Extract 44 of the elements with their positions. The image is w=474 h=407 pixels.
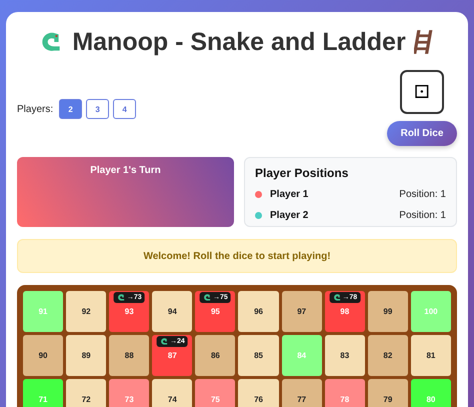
board-cell: 90 — [23, 335, 64, 376]
board-cell: 94 — [152, 291, 192, 332]
snake-icon — [116, 293, 126, 302]
player-count-button[interactable]: 4 — [113, 99, 136, 119]
roll-dice-button[interactable]: Roll Dice — [387, 121, 457, 146]
board-cell: 77 — [282, 379, 322, 407]
board-cell: 88 — [109, 335, 150, 376]
player-count-button[interactable]: 2 — [59, 99, 82, 119]
board-cell: 84 — [282, 335, 322, 376]
board-cell: 100 — [410, 291, 451, 332]
board-cell: 71 — [23, 379, 64, 407]
board-cell: 86 — [195, 335, 236, 376]
player-name: Player 2 — [270, 210, 310, 221]
board-cell: 75 — [195, 379, 236, 407]
board-cell: 97 — [282, 291, 322, 332]
board-cell: 80 — [410, 379, 451, 407]
dice-face: ⚀ — [400, 70, 444, 114]
board-cell: 89 — [66, 335, 106, 376]
app-title: Manoop - Snake and Ladder — [72, 28, 406, 56]
board-cell: 74 — [152, 379, 192, 407]
board-cell: 99 — [368, 291, 408, 332]
board-cell: 76 — [238, 379, 279, 407]
board-cell: 73 — [109, 379, 150, 407]
players-label: Players: — [17, 104, 54, 114]
board-cell: 91 — [23, 291, 64, 332]
snake-icon — [332, 293, 342, 302]
player-position: Position: 1 — [399, 189, 446, 200]
board-cell: 72 — [66, 379, 106, 407]
board-cell: 85 — [238, 335, 279, 376]
board-cell: 83 — [324, 335, 365, 376]
board-cell: 79 — [368, 379, 408, 407]
board-cell: 78 — [324, 379, 365, 407]
player-position: Position: 1 — [399, 210, 446, 221]
board-cell: 81 — [410, 335, 451, 376]
snake-icon — [203, 293, 212, 302]
board-cell: 92 — [66, 291, 106, 332]
turn-text: Player 1's Turn — [90, 165, 161, 176]
player-name: Player 1 — [270, 189, 310, 200]
snake-icon — [160, 337, 169, 346]
player-count-button[interactable]: 3 — [86, 99, 110, 119]
message-text: Welcome! Roll the dice to start playing! — [143, 250, 331, 262]
board-cell: 82 — [368, 335, 408, 376]
board-cell: 96 — [238, 291, 279, 332]
positions-title: Player Positions — [255, 166, 350, 180]
